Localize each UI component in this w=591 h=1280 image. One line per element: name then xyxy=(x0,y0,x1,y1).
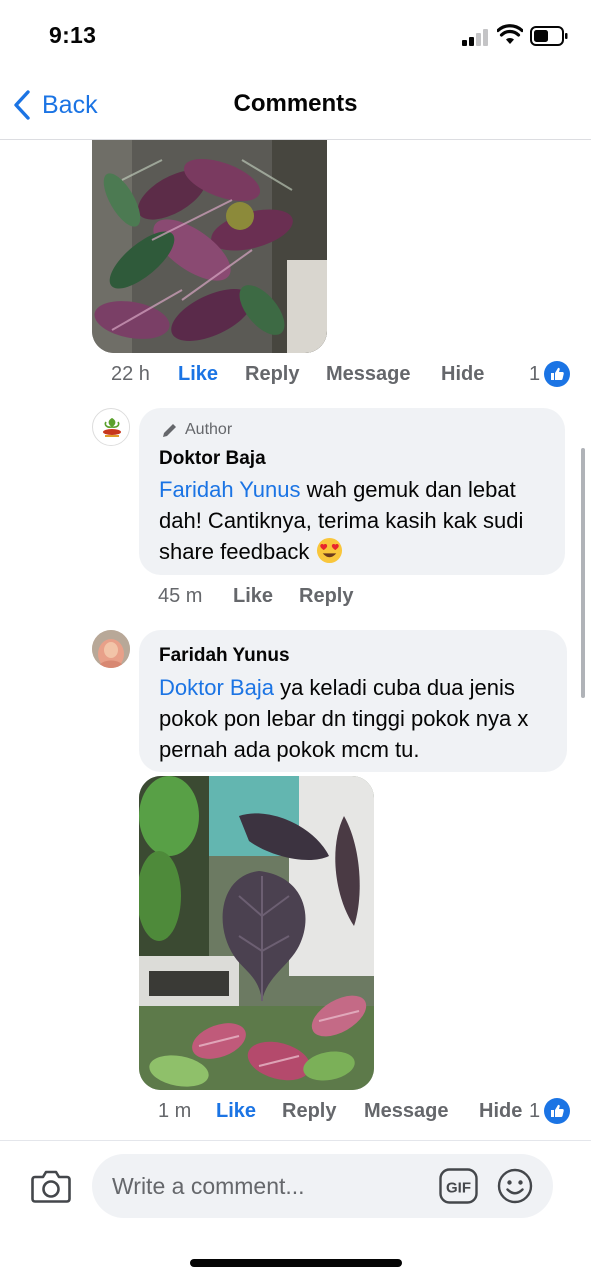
reaction-summary[interactable]: 1 xyxy=(529,1098,571,1124)
message-button[interactable]: Message xyxy=(364,1100,449,1123)
author-badge: Author xyxy=(161,421,232,439)
author-badge-label: Author xyxy=(185,421,233,438)
comment-timestamp: 22 h xyxy=(111,363,150,385)
avatar-doktor-baja[interactable] xyxy=(92,408,130,446)
like-reaction-icon xyxy=(544,1098,571,1124)
like-button[interactable]: Like xyxy=(233,585,273,608)
keladi-plant-image xyxy=(139,776,374,1090)
hide-button[interactable]: Hide xyxy=(441,363,484,386)
heart-eyes-emoji-icon xyxy=(316,537,342,564)
reply-button[interactable]: Reply xyxy=(299,585,353,608)
reply-button[interactable]: Reply xyxy=(245,363,299,386)
hide-button[interactable]: Hide xyxy=(479,1100,522,1123)
avatar-faridah-yunus[interactable] xyxy=(92,630,130,668)
reaction-summary[interactable]: 1 xyxy=(529,361,571,387)
comment-actions-faridah-yunus: 1 m Like Reply Message Hide 1 xyxy=(0,1098,591,1128)
gif-label: GIF xyxy=(446,1180,471,1197)
emoji-picker-icon[interactable] xyxy=(497,1168,533,1204)
message-button[interactable]: Message xyxy=(326,363,411,386)
comment-text: Doktor Baja ya keladi cuba dua jenis pok… xyxy=(159,672,553,765)
gif-icon[interactable]: GIF xyxy=(439,1168,478,1204)
reaction-count: 1 xyxy=(529,1099,541,1122)
comment-photo-calathea[interactable] xyxy=(92,140,327,353)
reply-button[interactable]: Reply xyxy=(282,1100,336,1123)
nav-bar: Back Comments xyxy=(0,70,591,140)
comment-bubble-doktor-baja[interactable]: Author Doktor Baja Faridah Yunus wah gem… xyxy=(139,408,565,575)
home-indicator xyxy=(190,1259,402,1267)
pencil-icon xyxy=(163,424,176,437)
comment-timestamp: 1 m xyxy=(158,1100,192,1122)
calathea-plant-image xyxy=(92,140,327,353)
status-bar: 9:13 xyxy=(0,0,591,70)
like-reaction-icon xyxy=(544,361,571,387)
like-button[interactable]: Like xyxy=(216,1100,256,1123)
battery-icon xyxy=(530,26,568,46)
comment-input[interactable] xyxy=(92,1154,553,1218)
comment-bubble-faridah-yunus[interactable]: Faridah Yunus Doktor Baja ya keladi cuba… xyxy=(139,630,567,772)
comment-composer: GIF xyxy=(0,1140,591,1280)
comment-text: Faridah Yunus wah gemuk dan lebat dah! C… xyxy=(159,474,551,567)
comment-author-name[interactable]: Doktor Baja xyxy=(159,448,266,470)
like-button[interactable]: Like xyxy=(178,363,218,386)
mention-link[interactable]: Faridah Yunus xyxy=(159,477,300,502)
comment-actions-doktor-baja: 45 m Like Reply xyxy=(0,583,591,613)
reaction-count: 1 xyxy=(529,362,541,385)
mention-link[interactable]: Doktor Baja xyxy=(159,675,274,700)
cellular-signal-icon xyxy=(462,28,492,46)
camera-icon[interactable] xyxy=(30,1165,72,1207)
comment-author-name[interactable]: Faridah Yunus xyxy=(159,645,290,667)
comment-timestamp: 45 m xyxy=(158,585,203,607)
status-time: 9:13 xyxy=(49,22,97,48)
page-title: Comments xyxy=(233,90,358,117)
comment-photo-keladi[interactable] xyxy=(139,776,374,1090)
doktor-baja-logo xyxy=(94,410,129,445)
scrollbar[interactable] xyxy=(581,448,585,698)
comment-actions-prev: 22 h Like Reply Message Hide 1 xyxy=(0,361,591,391)
profile-photo xyxy=(92,630,130,668)
wifi-icon xyxy=(497,24,523,44)
